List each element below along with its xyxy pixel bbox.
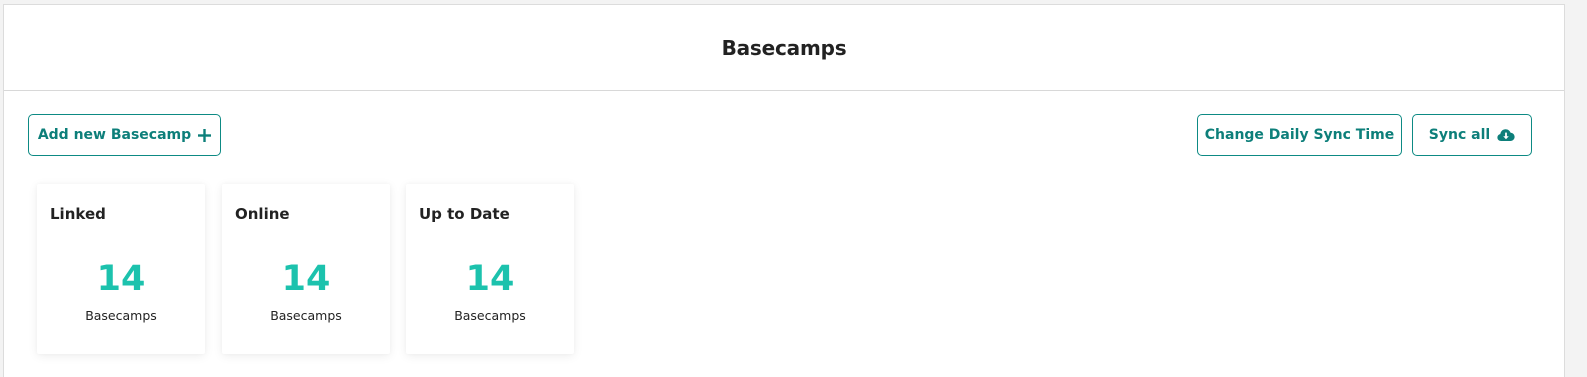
sync-all-button[interactable]: Sync all [1412, 114, 1532, 156]
sync-all-label: Sync all [1428, 127, 1491, 143]
stat-value: 14 [281, 259, 331, 299]
stat-title: Linked [50, 205, 106, 223]
page-title: Basecamps [721, 35, 847, 60]
stat-unit: Basecamps [454, 308, 526, 323]
stat-title: Online [235, 205, 290, 223]
change-daily-sync-time-label: Change Daily Sync Time [1204, 127, 1395, 143]
stat-card-online: Online 14 Basecamps [222, 184, 390, 354]
stat-title: Up to Date [419, 205, 510, 223]
stat-card-up-to-date: Up to Date 14 Basecamps [406, 184, 574, 354]
stat-value: 14 [96, 259, 146, 299]
add-basecamp-button[interactable]: Add new Basecamp [28, 114, 221, 156]
stat-card-linked: Linked 14 Basecamps [37, 184, 205, 354]
panel-header: Basecamps [4, 5, 1564, 91]
plus-icon [198, 128, 212, 142]
change-daily-sync-time-button[interactable]: Change Daily Sync Time [1197, 114, 1402, 156]
add-basecamp-label: Add new Basecamp [37, 127, 192, 143]
stat-unit: Basecamps [270, 308, 342, 323]
stat-value: 14 [465, 259, 515, 299]
stat-unit: Basecamps [85, 308, 157, 323]
cloud-download-icon [1497, 128, 1515, 142]
